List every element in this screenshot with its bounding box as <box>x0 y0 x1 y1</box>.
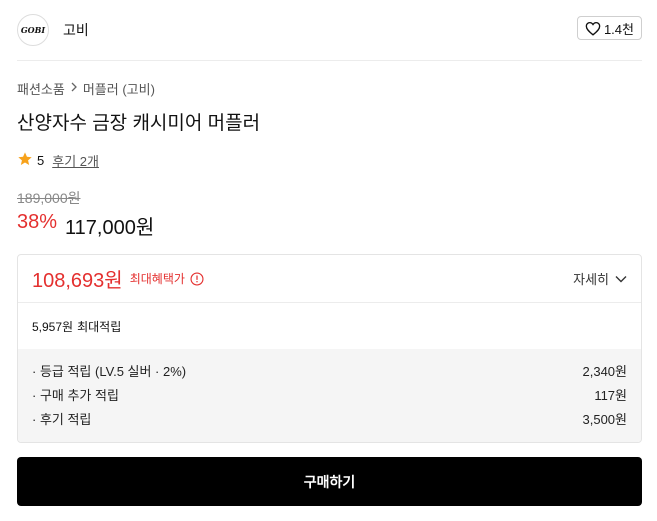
breadcrumb: 패션소품 머플러 (고비) <box>17 79 155 98</box>
detail-label: 자세히 <box>573 272 609 287</box>
max-points-value: 5,957원 <box>32 319 74 334</box>
header-divider <box>17 60 642 61</box>
rating-row: 5 후기 2개 <box>17 151 99 170</box>
points-item-value: 3,500원 <box>582 411 628 427</box>
brand-logo-text: GOBI <box>20 25 46 35</box>
rating-score: 5 <box>37 153 45 168</box>
price-row: 38% 117,000원 <box>17 211 154 240</box>
heart-icon <box>585 21 601 36</box>
sale-price: 117,000원 <box>65 217 155 239</box>
buy-button[interactable]: 구매하기 <box>17 457 642 506</box>
discount-rate: 38% <box>17 211 58 233</box>
original-price: 189,000원 <box>17 190 81 206</box>
chevron-right-icon <box>70 82 78 95</box>
points-item-label: · 후기 적립 <box>32 411 92 427</box>
product-title: 산양자수 금장 캐시미어 머플러 <box>17 113 261 134</box>
points-item-value: 117원 <box>594 387 627 403</box>
best-price-label: 최대혜택가 <box>129 272 185 286</box>
max-points-label: 최대적립 <box>77 319 122 334</box>
brand-logo[interactable]: GOBI <box>17 14 49 46</box>
like-button[interactable]: 1.4천 <box>576 16 642 40</box>
points-item-label: · 구매 추가 적립 <box>32 387 119 403</box>
review-link[interactable]: 후기 2개 <box>52 151 99 170</box>
breadcrumb-category[interactable]: 패션소품 <box>17 79 65 98</box>
points-item-label: · 등급 적립 (LV.5 실버 · 2%) <box>32 363 187 379</box>
best-price: 108,693원 <box>32 270 123 292</box>
star-icon <box>17 151 33 170</box>
points-item: · 구매 추가 적립 117원 <box>32 382 627 406</box>
brand-header: GOBI 고비 1.4천 <box>17 12 642 48</box>
points-item: · 등급 적립 (LV.5 실버 · 2%) 2,340원 <box>32 358 627 382</box>
breadcrumb-subcategory[interactable]: 머플러 (고비) <box>83 79 155 98</box>
like-count: 1.4천 <box>603 21 634 37</box>
detail-toggle-button[interactable]: 자세히 <box>573 269 627 288</box>
points-breakdown: · 등급 적립 (LV.5 실버 · 2%) 2,340원 · 구매 추가 적립… <box>18 349 641 442</box>
points-item: · 후기 적립 3,500원 <box>32 406 627 430</box>
brand-name[interactable]: 고비 <box>63 20 89 40</box>
points-item-value: 2,340원 <box>582 363 628 379</box>
info-icon[interactable] <box>190 271 204 286</box>
best-price-row: 108,693원 최대혜택가 자세히 <box>18 255 641 303</box>
benefit-box: 108,693원 최대혜택가 자세히 5,957원 최대적립 · 등급 적립 (… <box>17 254 642 443</box>
max-points-row: 5,957원 최대적립 <box>18 303 641 349</box>
chevron-down-icon <box>615 271 627 286</box>
